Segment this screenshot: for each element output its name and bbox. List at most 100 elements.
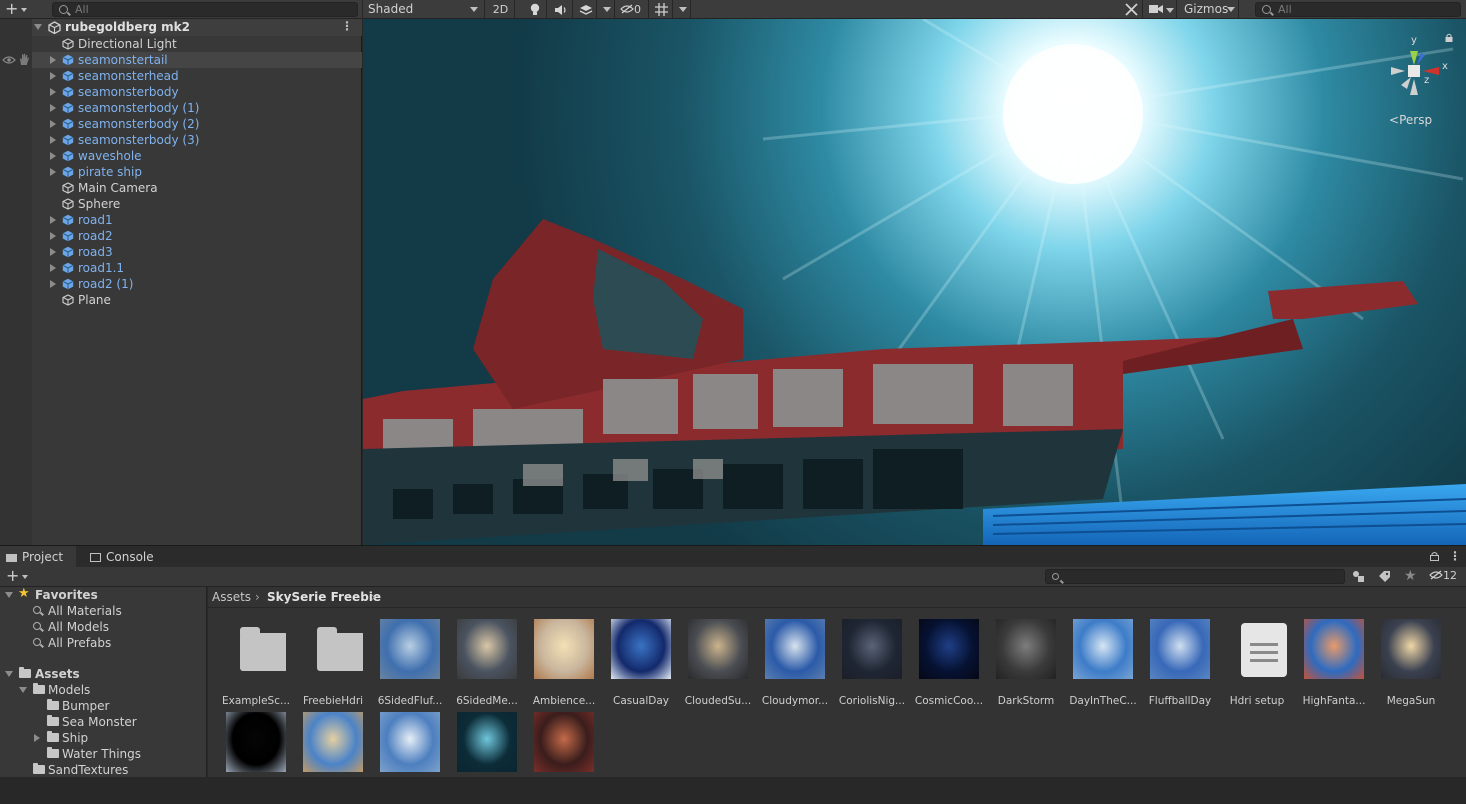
tools-button[interactable] [1121, 0, 1143, 19]
tree-item-ship[interactable]: Ship [0, 730, 207, 746]
tree-item-all-materials[interactable]: All Materials [0, 603, 207, 619]
visibility-eye-icon[interactable] [2, 55, 16, 65]
scene-view[interactable]: y x z <Persp [363, 19, 1466, 545]
gizmos-dropdown[interactable]: Gizmos [1181, 0, 1239, 19]
tree-item-favorites[interactable]: ★ Favorites [0, 586, 207, 603]
tree-item-bumper[interactable]: Bumper [0, 698, 207, 714]
camera-settings-button[interactable] [1147, 0, 1177, 19]
tree-item-water-things[interactable]: Water Things [0, 746, 207, 762]
asset-item[interactable]: MegaSun [1373, 619, 1449, 711]
hierarchy-item[interactable]: Main Camera [32, 180, 362, 196]
hierarchy-item[interactable]: seamonsterbody (2) [32, 116, 362, 132]
hidden-objects-toggle[interactable]: 0 [617, 0, 649, 19]
hierarchy-item[interactable]: seamonsterbody (3) [32, 132, 362, 148]
asset-item[interactable]: Cloudymor... [757, 619, 833, 711]
asset-item[interactable]: CoriolisNig... [834, 619, 910, 711]
expand-arrow-icon[interactable] [50, 248, 56, 256]
lock-icon[interactable] [1445, 33, 1453, 42]
expand-arrow-icon[interactable] [19, 687, 27, 693]
asset-item[interactable]: FluffballDay [1142, 619, 1218, 711]
toggle-2d-button[interactable]: 2D [487, 0, 515, 19]
tab-project[interactable]: Project [0, 546, 76, 568]
favorite-star-icon[interactable]: ★ [1404, 568, 1417, 584]
pickable-hand-icon[interactable] [18, 53, 30, 66]
project-search-input[interactable] [1045, 569, 1345, 584]
hierarchy-item[interactable]: Directional Light [32, 36, 362, 52]
search-by-type-icon[interactable] [1352, 570, 1365, 583]
asset-item[interactable]: Ambience... [526, 619, 602, 711]
expand-arrow-icon[interactable] [34, 24, 42, 30]
tree-item-all-models[interactable]: All Models [0, 619, 207, 635]
lock-icon[interactable] [1430, 551, 1439, 561]
expand-arrow-icon[interactable] [5, 592, 13, 598]
create-button[interactable]: + [5, 0, 33, 19]
hierarchy-search-input[interactable]: All [52, 2, 358, 17]
expand-arrow-icon[interactable] [50, 136, 56, 144]
effects-toggle[interactable] [575, 0, 597, 19]
scene-search-input[interactable]: All [1255, 2, 1461, 17]
expand-arrow-icon[interactable] [50, 88, 56, 96]
expand-arrow-icon[interactable] [50, 120, 56, 128]
hierarchy-item[interactable]: road2 [32, 228, 362, 244]
scene-menu-icon[interactable]: ⋮ [341, 19, 353, 33]
tree-item-sandtextures[interactable]: SandTextures [0, 762, 207, 778]
hierarchy-item[interactable]: pirate ship [32, 164, 362, 180]
hierarchy-item[interactable]: waveshole [32, 148, 362, 164]
hierarchy-item[interactable]: road2 (1) [32, 276, 362, 292]
hierarchy-item[interactable]: seamonstertail [32, 52, 362, 68]
expand-arrow-icon[interactable] [50, 216, 56, 224]
lighting-toggle[interactable] [523, 0, 547, 19]
hierarchy-item[interactable]: road3 [32, 244, 362, 260]
asset-item[interactable]: CloudedSu... [680, 619, 756, 711]
asset-item[interactable]: 6SidedFluf... [372, 619, 448, 711]
expand-arrow-icon[interactable] [50, 168, 56, 176]
hierarchy-item[interactable]: road1.1 [32, 260, 362, 276]
asset-item[interactable]: DarkStorm [988, 619, 1064, 711]
shading-mode-dropdown[interactable]: Shaded [363, 0, 485, 19]
asset-item[interactable] [526, 712, 602, 804]
tree-item-models[interactable]: Models [0, 682, 207, 698]
grid-dropdown[interactable] [675, 0, 691, 19]
breadcrumb-assets[interactable]: Assets [212, 587, 251, 607]
asset-item[interactable] [295, 712, 371, 804]
hierarchy-item[interactable]: Plane [32, 292, 362, 308]
grid-toggle[interactable] [651, 0, 673, 19]
effects-dropdown[interactable] [599, 0, 615, 19]
breadcrumb-current[interactable]: SkySerie Freebie [267, 587, 381, 607]
hierarchy-item[interactable]: road1 [32, 212, 362, 228]
orientation-gizmo[interactable] [1379, 37, 1449, 107]
projection-label[interactable]: <Persp [1389, 113, 1432, 127]
asset-item[interactable] [372, 712, 448, 804]
tree-item-assets[interactable]: Assets [0, 666, 207, 682]
collapse-arrow-icon[interactable] [34, 734, 40, 742]
asset-item[interactable]: CasualDay [603, 619, 679, 711]
asset-item[interactable]: 6SidedMe... [449, 619, 525, 711]
asset-item[interactable]: CosmicCoo... [911, 619, 987, 711]
scene-root-row[interactable]: rubegoldberg mk2 ⋮ [32, 19, 362, 36]
label-tag-icon[interactable] [1378, 570, 1391, 583]
expand-arrow-icon[interactable] [50, 72, 56, 80]
hierarchy-item[interactable]: seamonsterbody [32, 84, 362, 100]
hidden-packages-toggle[interactable]: 12 [1429, 569, 1457, 585]
tree-item-sea-monster[interactable]: Sea Monster [0, 714, 207, 730]
expand-arrow-icon[interactable] [50, 232, 56, 240]
hierarchy-item[interactable]: seamonsterbody (1) [32, 100, 362, 116]
expand-arrow-icon[interactable] [50, 152, 56, 160]
asset-item[interactable]: FreebieHdri [295, 619, 371, 711]
asset-item[interactable]: DayInTheC... [1065, 619, 1141, 711]
audio-toggle[interactable] [549, 0, 573, 19]
asset-item[interactable]: HighFanta... [1296, 619, 1372, 711]
expand-arrow-icon[interactable] [5, 671, 13, 677]
asset-item[interactable]: Hdri setup [1219, 619, 1295, 711]
tab-console[interactable]: Console [86, 546, 166, 568]
panel-menu-icon[interactable]: ⋮ [1449, 549, 1461, 563]
hierarchy-item[interactable]: seamonsterhead [32, 68, 362, 84]
asset-item[interactable] [449, 712, 525, 804]
expand-arrow-icon[interactable] [50, 104, 56, 112]
hierarchy-item[interactable]: Sphere [32, 196, 362, 212]
expand-arrow-icon[interactable] [50, 264, 56, 272]
asset-item[interactable]: ExampleSc... [218, 619, 294, 711]
tree-item-all-prefabs[interactable]: All Prefabs [0, 635, 207, 651]
expand-arrow-icon[interactable] [50, 56, 56, 64]
project-create-button[interactable]: + [6, 567, 34, 587]
